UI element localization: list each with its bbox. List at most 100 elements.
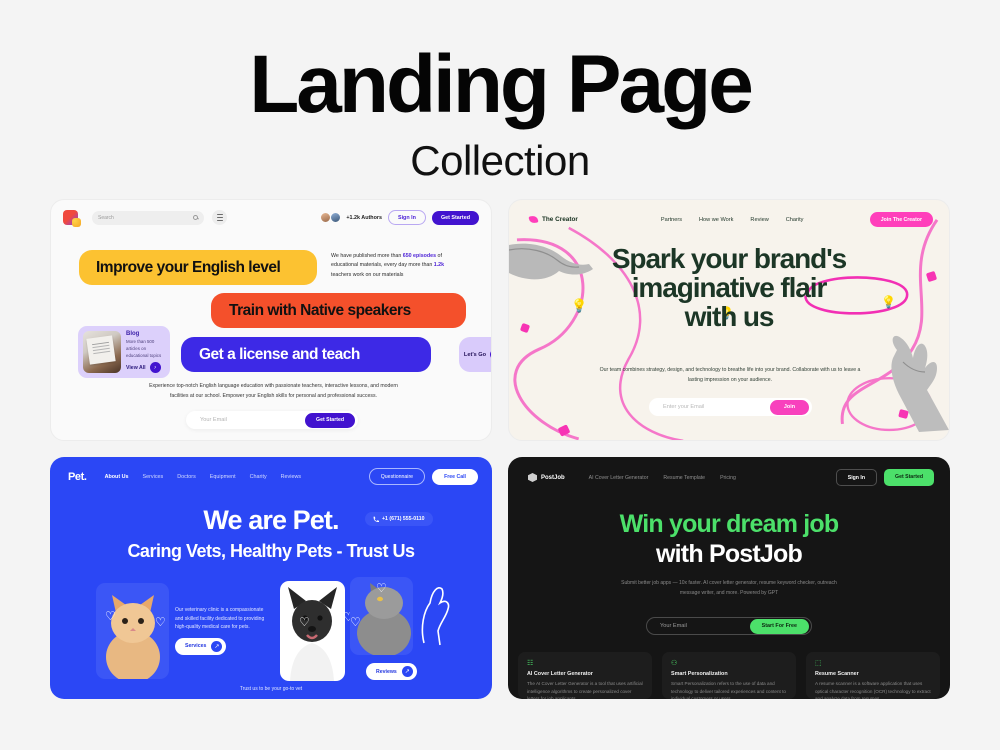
scan-icon: ⬚ (815, 660, 822, 667)
nav-link-review[interactable]: Review (750, 217, 768, 223)
questionnaire-button[interactable]: Questionnaire (368, 468, 426, 485)
note-highlight-1: 650 episodes (402, 253, 437, 259)
creator-headline-line3: with us (684, 301, 775, 333)
nav-link-charity[interactable]: Charity (786, 217, 804, 223)
nav-link-equipment[interactable]: Equipment (210, 474, 236, 480)
get-started-button[interactable]: Get Started (431, 210, 479, 225)
landing-card-pet[interactable]: Pet. About Us Services Doctors Equipment… (50, 457, 492, 699)
feature-card[interactable]: ⚇ Smart Personalization Smart Personaliz… (662, 652, 796, 699)
postjob-brand[interactable]: PostJob (528, 473, 565, 482)
hero-bar-blue-label: Get a license and teach (199, 345, 360, 363)
reviews-button-label: Reviews (376, 668, 397, 675)
avatar (330, 212, 342, 223)
join-submit-button[interactable]: Join (769, 399, 809, 415)
feature-title: Smart Personalization (671, 671, 728, 677)
pet-phone-badge[interactable]: +1 (671) 555-0110 (365, 512, 433, 526)
pet-navbar: Pet. About Us Services Doctors Equipment… (50, 457, 492, 485)
postjob-description: Submit better job apps — 10x faster. AI … (618, 579, 840, 598)
hand-outline-decoration (421, 587, 450, 646)
search-icon (193, 215, 198, 220)
creator-email-form[interactable]: Enter your Email Join (649, 398, 812, 416)
creator-description: Our team combines strategy, design, and … (599, 366, 861, 385)
search-input[interactable]: Search (92, 210, 204, 225)
note-post: teachers work on our materials (331, 271, 404, 278)
get-started-button[interactable]: Get Started (884, 469, 934, 486)
pet-nav-links: About Us Services Doctors Equipment Char… (105, 474, 301, 480)
pet-phone-number: +1 (671) 555-0110 (382, 516, 425, 522)
join-the-creator-button[interactable]: Join The Creator (869, 212, 933, 227)
page-header: Landing Page Collection (0, 0, 1000, 185)
landing-card-creator[interactable]: 💡 💡 💡 The Creator Partners How we Work R… (508, 199, 950, 441)
english-nav-actions: +1.2k Authors Sign In Get Started (320, 210, 479, 225)
english-description-text: Experience top-notch English language ed… (149, 383, 398, 399)
creator-headline-line2: imaginative flair (631, 272, 828, 304)
heart-icon: ♡ (155, 615, 166, 629)
nav-link-how-we-work[interactable]: How we Work (699, 217, 733, 223)
lets-go-button[interactable]: Let's Go › (459, 337, 491, 372)
heart-icon: ♡ (105, 609, 116, 623)
pet-nav-actions: Questionnaire Free Call (368, 468, 478, 485)
feature-card[interactable]: ⬚ Resume Scanner A resume scanner is a s… (806, 652, 940, 699)
nav-link-about-us[interactable]: About Us (105, 474, 129, 480)
hand-image-right (891, 335, 949, 432)
blog-description: More than 500 articles on educational to… (126, 339, 162, 358)
postjob-brand-label: PostJob (541, 474, 565, 481)
blog-view-all-button[interactable]: View All › (126, 362, 168, 373)
hero-bar-yellow-label: Improve your English level (96, 258, 281, 276)
nav-link-pricing[interactable]: Pricing (720, 475, 736, 481)
landing-card-english[interactable]: Search +1.2k Authors Sign In Get Started… (50, 199, 492, 441)
email-submit-button[interactable]: Get Started (305, 412, 355, 428)
free-call-button[interactable]: Free Call (432, 468, 478, 485)
pink-square-decoration (557, 424, 571, 437)
services-button[interactable]: Services ↗ (175, 637, 227, 655)
pet-photo-dog (280, 581, 345, 681)
pet-subheadline: Caring Vets, Healthy Pets - Trust Us (127, 541, 415, 561)
nav-link-resume-template[interactable]: Resume Template (663, 475, 705, 481)
heart-icon: ♡ (376, 581, 387, 595)
lets-go-label: Let's Go (463, 351, 487, 358)
pet-brand[interactable]: Pet. (68, 471, 87, 483)
email-placeholder: Your Email (200, 417, 227, 423)
postjob-headline: Win your dream job with PostJob (508, 509, 950, 569)
landing-card-postjob[interactable]: PostJob AI Cover Letter Generator Resume… (508, 457, 950, 699)
nav-link-charity[interactable]: Charity (250, 474, 267, 480)
menu-icon[interactable] (212, 210, 227, 225)
postjob-email-form[interactable]: Your Email Start For Free (646, 617, 812, 635)
hero-note: We have published more than 650 episodes… (331, 252, 461, 280)
sign-in-button[interactable]: Sign In (387, 210, 426, 225)
blog-thumbnail (83, 331, 121, 373)
reviews-button[interactable]: Reviews ↗ (366, 663, 417, 680)
creator-logo-icon (528, 215, 539, 224)
pet-description-text: Our veterinary clinic is a compassionate… (175, 607, 265, 630)
blog-title: Blog (126, 331, 140, 337)
postjob-description-text: Submit better job apps — 10x faster. AI … (621, 580, 837, 596)
arrow-up-right-icon: ↗ (211, 640, 223, 652)
postjob-nav-links: AI Cover Letter Generator Resume Templat… (589, 475, 736, 481)
english-email-form[interactable]: Your Email Get Started (186, 411, 358, 429)
hero-bar-yellow: Improve your English level (79, 250, 317, 285)
heart-icon: ♡ (350, 615, 361, 629)
feature-title: Resume Scanner (815, 671, 859, 677)
feature-card[interactable]: ☷ AI Cover Letter Generator The AI Cover… (518, 652, 652, 699)
authors-count: +1.2k Authors (346, 214, 382, 221)
blog-card[interactable]: Blog More than 500 articles on education… (78, 326, 170, 378)
nav-link-ai-cover-letter-generator[interactable]: AI Cover Letter Generator (589, 475, 649, 481)
search-placeholder: Search (98, 214, 114, 221)
creator-brand[interactable]: The Creator (528, 215, 578, 224)
nav-link-doctors[interactable]: Doctors (177, 474, 196, 480)
hero-bar-blue: Get a license and teach (181, 337, 431, 372)
note-highlight-2: 1.2k (433, 262, 445, 269)
sign-in-button[interactable]: Sign In (835, 469, 878, 486)
arrow-up-right-icon: ↗ (401, 666, 413, 677)
nav-link-services[interactable]: Services (143, 474, 164, 480)
english-description: Experience top-notch English language ed… (146, 382, 401, 401)
nav-link-reviews[interactable]: Reviews (281, 474, 301, 480)
postjob-headline-line1: Win your dream job (619, 510, 840, 538)
creator-headline-line1: Spark your brand's (611, 243, 847, 274)
blog-view-all-label: View All (126, 364, 146, 371)
heart-icon: ♡ (299, 615, 310, 629)
page-root: Landing Page Collection Search +1.2k Aut… (0, 0, 1000, 750)
postjob-logo-icon (528, 473, 537, 482)
start-for-free-button[interactable]: Start For Free (749, 618, 809, 634)
nav-link-partners[interactable]: Partners (661, 217, 682, 223)
